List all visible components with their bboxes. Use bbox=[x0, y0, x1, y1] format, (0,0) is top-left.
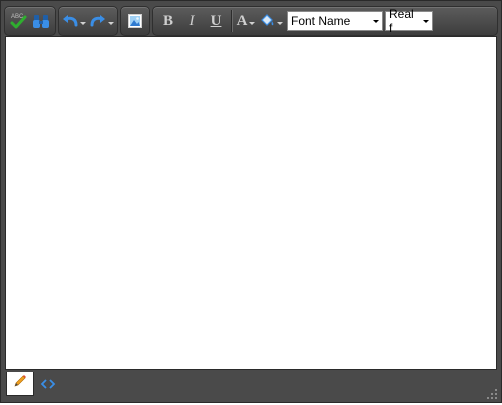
toolbar-group-insert bbox=[120, 6, 150, 36]
toolbar-group-history bbox=[58, 6, 118, 36]
spellcheck-button[interactable]: ABC bbox=[8, 9, 30, 33]
font-name-value: Font Name bbox=[291, 14, 351, 28]
backcolor-dropdown-arrow-icon[interactable] bbox=[277, 21, 283, 25]
editor-content-area[interactable] bbox=[5, 36, 497, 370]
toolbar-group-tools: ABC bbox=[4, 6, 56, 36]
forecolor-dropdown-arrow-icon[interactable] bbox=[249, 21, 256, 25]
toolbar: ABC B I U A Font Name Real f bbox=[4, 5, 498, 37]
font-size-value: Real f bbox=[389, 7, 414, 35]
find-button[interactable] bbox=[30, 9, 52, 33]
redo-icon bbox=[90, 13, 106, 29]
html-code-icon bbox=[40, 377, 56, 395]
italic-button[interactable]: I bbox=[180, 9, 204, 33]
undo-icon bbox=[62, 13, 78, 29]
toolbar-separator bbox=[231, 10, 232, 32]
bold-button[interactable]: B bbox=[156, 9, 180, 33]
pencil-icon bbox=[12, 373, 28, 394]
paint-bucket-icon bbox=[259, 13, 275, 29]
font-size-select[interactable]: Real f bbox=[385, 7, 433, 35]
underline-button[interactable]: U bbox=[204, 9, 228, 33]
image-manager-icon bbox=[127, 13, 143, 29]
redo-dropdown-arrow-icon[interactable] bbox=[108, 21, 114, 25]
design-mode-tab[interactable] bbox=[6, 372, 34, 396]
binoculars-icon bbox=[32, 12, 50, 30]
image-manager-button[interactable] bbox=[124, 9, 146, 33]
spellcheck-icon: ABC bbox=[9, 11, 29, 31]
editor-mode-bar bbox=[1, 370, 501, 402]
font-name-select[interactable]: Font Name bbox=[287, 11, 383, 31]
undo-button[interactable] bbox=[62, 9, 86, 33]
resize-grip-icon[interactable] bbox=[486, 387, 498, 399]
rich-text-editor: ABC B I U A Font Name Real f bbox=[0, 0, 502, 403]
forecolor-label: A bbox=[236, 12, 248, 29]
toolbar-group-formatting: B I U A Font Name Real f bbox=[152, 6, 498, 36]
html-mode-tab[interactable] bbox=[34, 374, 62, 398]
font-name-dropdown-icon bbox=[373, 19, 379, 23]
redo-button[interactable] bbox=[90, 9, 114, 33]
undo-dropdown-arrow-icon[interactable] bbox=[80, 21, 86, 25]
forecolor-button[interactable]: A bbox=[235, 9, 257, 33]
backcolor-button[interactable] bbox=[259, 9, 283, 33]
font-size-dropdown-icon bbox=[423, 19, 429, 23]
